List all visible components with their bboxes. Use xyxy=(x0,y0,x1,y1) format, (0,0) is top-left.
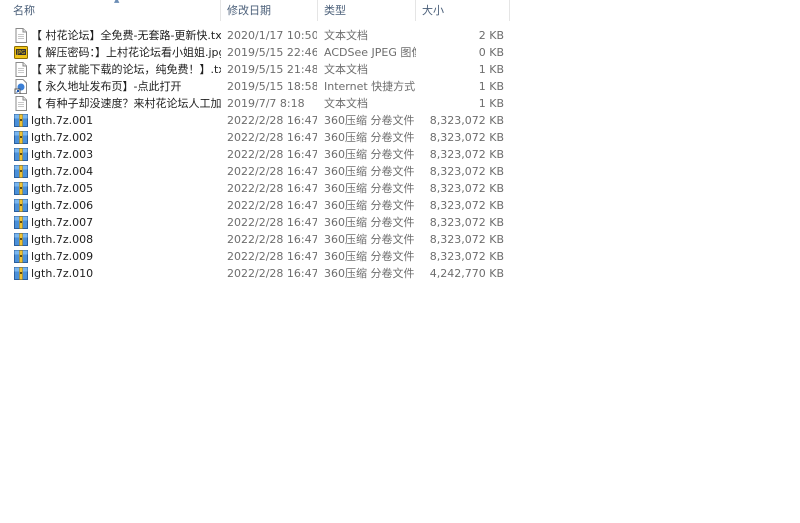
file-type: 360压缩 分卷文件 xyxy=(324,233,415,246)
jpeg-image-icon: JPG xyxy=(14,45,28,60)
file-row[interactable]: lgth.7z.001 2022/2/28 16:47 360压缩 分卷文件 8,32… xyxy=(0,112,800,129)
svg-text:JPG: JPG xyxy=(16,50,25,56)
file-row[interactable]: lgth.7z.010 2022/2/28 16:47 360压缩 分卷文件 4,24… xyxy=(0,265,800,282)
file-name: lgth.7z.007 xyxy=(31,216,94,229)
file-row[interactable]: lgth.7z.006 2022/2/28 16:47 360压缩 分卷文件 8,32… xyxy=(0,197,800,214)
file-size: 2 KB xyxy=(478,29,504,42)
file-name: lgth.7z.003 xyxy=(31,148,94,161)
file-date-modified: 2022/2/28 16:47 xyxy=(227,114,317,127)
file-size: 8,323,072 KB xyxy=(429,250,504,263)
archive-volume-icon xyxy=(14,266,28,281)
file-name: 【 有种子却没速度？来村花论坛人工加… xyxy=(31,97,221,110)
column-header-type[interactable]: 类型 xyxy=(318,0,416,21)
file-date-modified: 2022/2/28 16:47 xyxy=(227,233,317,246)
file-type: 360压缩 分卷文件 xyxy=(324,148,415,161)
archive-volume-icon xyxy=(14,164,28,179)
archive-volume-icon xyxy=(14,232,28,247)
file-date-modified: 2019/5/15 22:46 xyxy=(227,46,317,59)
file-name: lgth.7z.008 xyxy=(31,233,94,246)
file-row[interactable]: lgth.7z.008 2022/2/28 16:47 360压缩 分卷文件 8,32… xyxy=(0,231,800,248)
archive-volume-icon xyxy=(14,113,28,128)
archive-volume-icon xyxy=(14,215,28,230)
file-row[interactable]: lgth.7z.004 2022/2/28 16:47 360压缩 分卷文件 8,32… xyxy=(0,163,800,180)
file-name: lgth.7z.004 xyxy=(31,165,94,178)
archive-volume-icon xyxy=(14,181,28,196)
file-type: 文本文档 xyxy=(324,29,368,42)
file-date-modified: 2022/2/28 16:47 xyxy=(227,199,317,212)
file-row[interactable]: lgth.7z.003 2022/2/28 16:47 360压缩 分卷文件 8,32… xyxy=(0,146,800,163)
file-size: 4,242,770 KB xyxy=(429,267,504,280)
text-file-icon xyxy=(14,96,28,111)
text-file-icon xyxy=(14,62,28,77)
file-name: 【 解压密码：】上村花论坛看小姐姐.jpg xyxy=(31,46,221,59)
file-date-modified: 2022/2/28 16:47 xyxy=(227,267,317,280)
file-size: 8,323,072 KB xyxy=(429,114,504,127)
column-header-date-modified[interactable]: 修改日期 xyxy=(221,0,318,21)
file-type: Internet 快捷方式 xyxy=(324,80,416,93)
file-name: lgth.7z.006 xyxy=(31,199,94,212)
file-date-modified: 2022/2/28 16:47 xyxy=(227,182,317,195)
file-row[interactable]: 【 村花论坛】全免费-无套路-更新快.txt 2020/1/17 10:50 文本文… xyxy=(0,27,800,44)
file-row[interactable]: lgth.7z.005 2022/2/28 16:47 360压缩 分卷文件 8,32… xyxy=(0,180,800,197)
archive-volume-icon xyxy=(14,198,28,213)
file-size: 8,323,072 KB xyxy=(429,233,504,246)
column-header-bar: ▲ 名称 修改日期 类型 大小 xyxy=(0,0,800,22)
file-date-modified: 2022/2/28 16:47 xyxy=(227,165,317,178)
file-date-modified: 2019/7/7 8:18 xyxy=(227,97,305,110)
file-size: 8,323,072 KB xyxy=(429,165,504,178)
file-name: 【 来了就能下载的论坛，纯免费！】.txt xyxy=(31,63,221,76)
archive-volume-icon xyxy=(14,130,28,145)
file-type: 360压缩 分卷文件 xyxy=(324,114,415,127)
file-row[interactable]: lgth.7z.009 2022/2/28 16:47 360压缩 分卷文件 8,32… xyxy=(0,248,800,265)
file-type: 360压缩 分卷文件 xyxy=(324,250,415,263)
file-type: 360压缩 分卷文件 xyxy=(324,165,415,178)
file-row[interactable]: 【 永久地址发布页】-点此打开 2019/5/15 18:58 Internet 快… xyxy=(0,78,800,95)
file-name: lgth.7z.010 xyxy=(31,267,94,280)
column-header-name[interactable]: 名称 xyxy=(7,0,221,21)
file-size: 8,323,072 KB xyxy=(429,199,504,212)
file-type: 360压缩 分卷文件 xyxy=(324,199,415,212)
file-explorer-window: ▲ 名称 修改日期 类型 大小 【 村花论坛】全免费-无套路-更新快.txt 20… xyxy=(0,0,800,523)
archive-volume-icon xyxy=(14,249,28,264)
file-size: 1 KB xyxy=(478,97,504,110)
file-name: lgth.7z.005 xyxy=(31,182,94,195)
file-row[interactable]: 【 有种子却没速度？来村花论坛人工加… 2019/7/7 8:18 文本文档 1 KB xyxy=(0,95,800,112)
archive-volume-icon xyxy=(14,147,28,162)
file-name: 【 村花论坛】全免费-无套路-更新快.txt xyxy=(31,29,221,42)
text-file-icon xyxy=(14,28,28,43)
file-name: lgth.7z.001 xyxy=(31,114,94,127)
file-type: ACDSee JPEG 图像 xyxy=(324,46,416,59)
file-type: 文本文档 xyxy=(324,63,368,76)
file-date-modified: 2022/2/28 16:47 xyxy=(227,250,317,263)
file-list: 【 村花论坛】全免费-无套路-更新快.txt 2020/1/17 10:50 文本文… xyxy=(0,27,800,282)
file-row[interactable]: lgth.7z.007 2022/2/28 16:47 360压缩 分卷文件 8,32… xyxy=(0,214,800,231)
file-size: 1 KB xyxy=(478,63,504,76)
file-type: 360压缩 分卷文件 xyxy=(324,182,415,195)
file-name: lgth.7z.009 xyxy=(31,250,94,263)
file-row[interactable]: 【 来了就能下载的论坛，纯免费！】.txt 2019/5/15 21:48 文本文档… xyxy=(0,61,800,78)
file-name: 【 永久地址发布页】-点此打开 xyxy=(31,80,182,93)
column-header-size[interactable]: 大小 xyxy=(416,0,510,21)
file-row[interactable]: JPG 【 解压密码：】上村花论坛看小姐姐.jpg 2019/5/15 22:46 A… xyxy=(0,44,800,61)
file-size: 8,323,072 KB xyxy=(429,131,504,144)
file-date-modified: 2022/2/28 16:47 xyxy=(227,148,317,161)
file-size: 8,323,072 KB xyxy=(429,148,504,161)
file-date-modified: 2019/5/15 18:58 xyxy=(227,80,317,93)
file-name: lgth.7z.002 xyxy=(31,131,94,144)
file-date-modified: 2022/2/28 16:47 xyxy=(227,131,317,144)
file-type: 360压缩 分卷文件 xyxy=(324,267,415,280)
file-type: 360压缩 分卷文件 xyxy=(324,131,415,144)
file-date-modified: 2020/1/17 10:50 xyxy=(227,29,317,42)
file-size: 0 KB xyxy=(478,46,504,59)
file-type: 文本文档 xyxy=(324,97,368,110)
file-size: 8,323,072 KB xyxy=(429,182,504,195)
file-type: 360压缩 分卷文件 xyxy=(324,216,415,229)
file-size: 8,323,072 KB xyxy=(429,216,504,229)
file-date-modified: 2022/2/28 16:47 xyxy=(227,216,317,229)
internet-shortcut-icon xyxy=(14,79,28,94)
file-date-modified: 2019/5/15 21:48 xyxy=(227,63,317,76)
file-row[interactable]: lgth.7z.002 2022/2/28 16:47 360压缩 分卷文件 8,32… xyxy=(0,129,800,146)
file-size: 1 KB xyxy=(478,80,504,93)
